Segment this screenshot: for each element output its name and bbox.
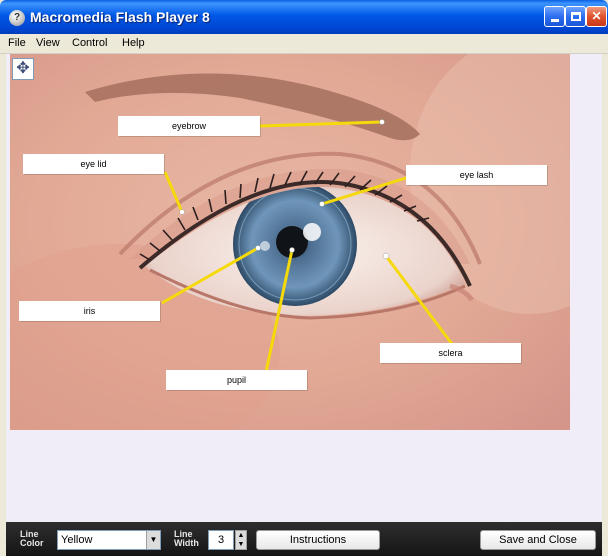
minimize-button[interactable] bbox=[544, 6, 565, 27]
minimize-icon bbox=[550, 19, 559, 22]
maximize-icon bbox=[570, 12, 581, 21]
save-and-close-button[interactable]: Save and Close bbox=[480, 530, 596, 550]
line-width-stepper[interactable]: ▲ ▼ bbox=[235, 530, 247, 550]
menu-bar: File View Control Help bbox=[0, 34, 608, 54]
stepper-up-icon[interactable]: ▲ bbox=[236, 531, 246, 540]
flash-player-icon: ? bbox=[9, 10, 25, 26]
close-button[interactable]: ✕ bbox=[586, 6, 607, 27]
label-eye-lash[interactable]: eye lash bbox=[406, 165, 547, 185]
flash-player-window: ? Macromedia Flash Player 8 ✕ File View … bbox=[0, 0, 608, 556]
label-sclera[interactable]: sclera bbox=[380, 343, 521, 363]
label-eyebrow[interactable]: eyebrow bbox=[118, 116, 260, 136]
chevron-down-icon[interactable]: ▼ bbox=[146, 531, 160, 549]
bottom-toolbar: Line Color Yellow ▼ Line Width 3 ▲ ▼ Ins… bbox=[6, 522, 602, 556]
label-eye-lid[interactable]: eye lid bbox=[23, 154, 164, 174]
title-bar[interactable]: ? Macromedia Flash Player 8 ✕ bbox=[0, 0, 608, 34]
line-color-label-line2: Color bbox=[20, 538, 44, 548]
line-color-label: Line Color bbox=[20, 530, 44, 548]
maximize-button[interactable] bbox=[565, 6, 586, 27]
menu-help[interactable]: Help bbox=[122, 37, 145, 49]
line-width-input[interactable]: 3 bbox=[208, 530, 234, 550]
line-width-label: Line Width bbox=[174, 530, 199, 548]
label-iris[interactable]: iris bbox=[19, 301, 160, 321]
window-title: Macromedia Flash Player 8 bbox=[30, 9, 210, 25]
menu-view[interactable]: View bbox=[36, 37, 60, 49]
move-icon[interactable]: ✥ bbox=[12, 58, 34, 80]
close-icon: ✕ bbox=[591, 9, 602, 23]
instructions-button[interactable]: Instructions bbox=[256, 530, 380, 550]
line-width-label-line2: Width bbox=[174, 538, 199, 548]
menu-file[interactable]: File bbox=[8, 37, 26, 49]
line-color-select[interactable]: Yellow ▼ bbox=[57, 530, 161, 550]
line-color-value: Yellow bbox=[61, 534, 93, 546]
menu-control[interactable]: Control bbox=[72, 37, 107, 49]
label-pupil[interactable]: pupil bbox=[166, 370, 307, 390]
stepper-down-icon[interactable]: ▼ bbox=[236, 540, 246, 549]
